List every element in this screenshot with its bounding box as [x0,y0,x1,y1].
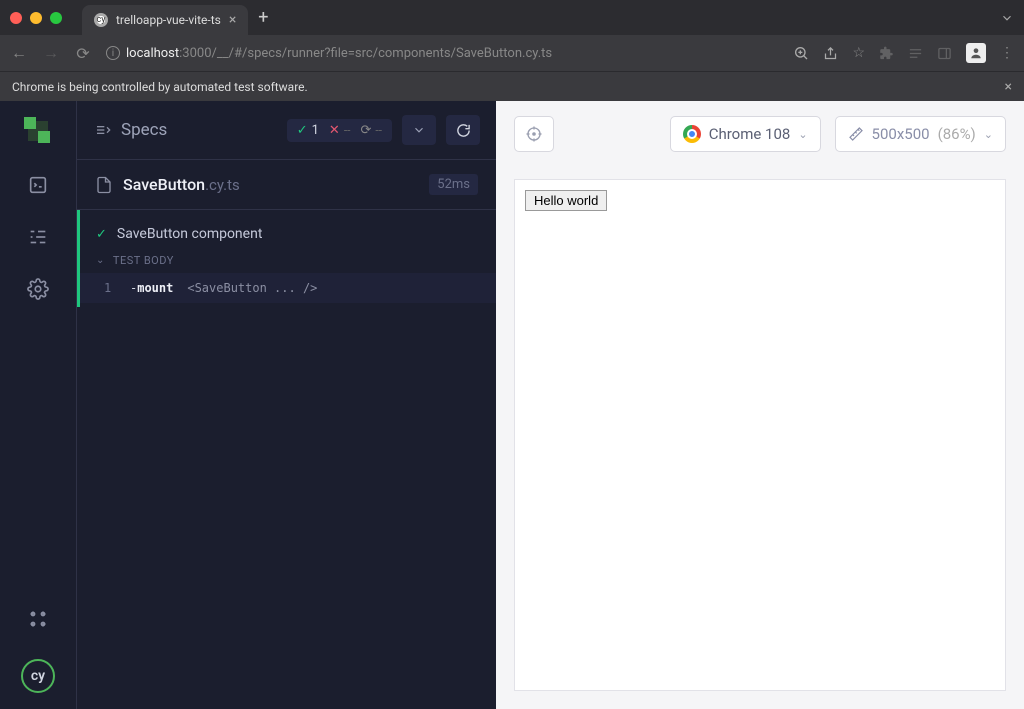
url-port: :3000 [179,46,211,61]
stat-failed: ✕-- [329,123,351,138]
cypress-project-logo[interactable] [24,117,52,145]
url-path: /__/#/specs/runner?file=src/components/S… [212,46,553,61]
chevron-down-icon: ⌄ [96,255,105,266]
close-window-icon[interactable] [10,12,22,24]
address-bar[interactable]: i localhost:3000/__/#/specs/runner?file=… [106,46,779,61]
file-icon [95,176,113,194]
command-name: mount [137,281,173,295]
aut-iframe: Hello world [514,179,1006,691]
new-tab-button[interactable]: + [258,7,268,28]
sidebar-specs-icon[interactable] [26,173,50,197]
kebab-menu-icon[interactable]: ⋮ [1000,45,1014,61]
forward-button: → [42,43,60,63]
side-panel-icon[interactable] [937,46,952,61]
test-body-label[interactable]: ⌄ TEST BODY [80,248,496,273]
sidebar-keyboard-icon[interactable] [26,607,50,631]
maximize-window-icon[interactable] [50,12,62,24]
viewport-scale: (86%) [938,125,976,143]
cypress-app: cy Specs ✓1 ✕-- ⟳-- SaveButton.c [0,101,1024,709]
tab-favicon-icon: cy [94,13,108,27]
share-icon[interactable] [823,46,838,61]
minimize-window-icon[interactable] [30,12,42,24]
spec-file-name: SaveButton [123,175,205,194]
chrome-tab-strip: cy trelloapp-vue-vite-ts × + [0,0,1024,35]
test-title: SaveButton component [117,226,263,242]
tabs-overflow-icon[interactable] [1000,11,1014,25]
browser-tab[interactable]: cy trelloapp-vue-vite-ts × [82,5,248,35]
stat-passed: ✓1 [297,123,319,138]
browser-label: Chrome 108 [709,125,791,143]
selector-playground-button[interactable] [514,116,554,152]
spec-file-row[interactable]: SaveButton.cy.ts 52ms [77,159,496,210]
reporter-header: Specs ✓1 ✕-- ⟳-- [77,101,496,159]
test-row[interactable]: ✓ SaveButton component [80,220,496,248]
window-controls [10,12,62,24]
automation-banner: Chrome is being controlled by automated … [0,71,1024,101]
reporter-panel: Specs ✓1 ✕-- ⟳-- SaveButton.cy.ts 52ms ✓ [76,101,496,709]
bookmark-star-icon[interactable]: ☆ [852,45,865,61]
command-row[interactable]: 1 -mount <SaveButton ... /> [80,273,496,303]
chrome-logo-icon [683,125,701,143]
chevron-down-icon: ⌄ [984,128,993,141]
command-number: 1 [104,281,116,295]
automation-banner-text: Chrome is being controlled by automated … [12,80,308,94]
aut-panel: Chrome 108 ⌄ 500x500 (86%) ⌄ Hello world [496,101,1024,709]
sidebar-settings-icon[interactable] [26,277,50,301]
sidebar-runs-icon[interactable] [26,225,50,249]
reading-list-icon[interactable] [908,46,923,61]
zoom-icon[interactable] [793,45,809,61]
chevron-down-icon: ⌄ [798,128,807,141]
url-host: localhost [126,46,179,61]
test-stats: ✓1 ✕-- ⟳-- [287,119,392,142]
viewport-size: 500x500 [872,125,930,143]
ruler-icon [848,126,864,142]
collapse-tests-button[interactable] [402,115,436,145]
toolbar-actions: ☆ ⋮ [793,43,1014,63]
banner-close-icon[interactable]: × [1005,79,1012,95]
browser-selector[interactable]: Chrome 108 ⌄ [670,116,821,152]
extensions-icon[interactable] [879,46,894,61]
tab-close-icon[interactable]: × [229,12,236,28]
rerun-button[interactable] [446,115,480,145]
spec-duration: 52ms [429,174,478,195]
check-icon: ✓ [96,227,107,242]
cypress-sidebar: cy [0,101,76,709]
aut-canvas: Hello world [496,167,1024,709]
cypress-logo-icon[interactable]: cy [21,659,55,693]
specs-title: Specs [121,120,277,140]
site-info-icon[interactable]: i [106,46,120,60]
back-button[interactable]: ← [10,43,28,63]
profile-avatar-icon[interactable] [966,43,986,63]
stat-pending: ⟳-- [360,123,382,138]
spec-file-ext: .cy.ts [205,176,240,194]
test-block: ✓ SaveButton component ⌄ TEST BODY 1 -mo… [77,210,496,307]
specs-expand-icon[interactable] [95,122,111,138]
reload-button[interactable]: ⟳ [74,44,92,63]
command-args: <SaveButton ... /> [187,281,317,295]
chrome-toolbar: ← → ⟳ i localhost:3000/__/#/specs/runner… [0,35,1024,71]
rendered-component-button[interactable]: Hello world [525,190,607,211]
tab-title: trelloapp-vue-vite-ts [116,13,221,27]
viewport-selector[interactable]: 500x500 (86%) ⌄ [835,116,1006,152]
aut-toolbar: Chrome 108 ⌄ 500x500 (86%) ⌄ [496,101,1024,167]
